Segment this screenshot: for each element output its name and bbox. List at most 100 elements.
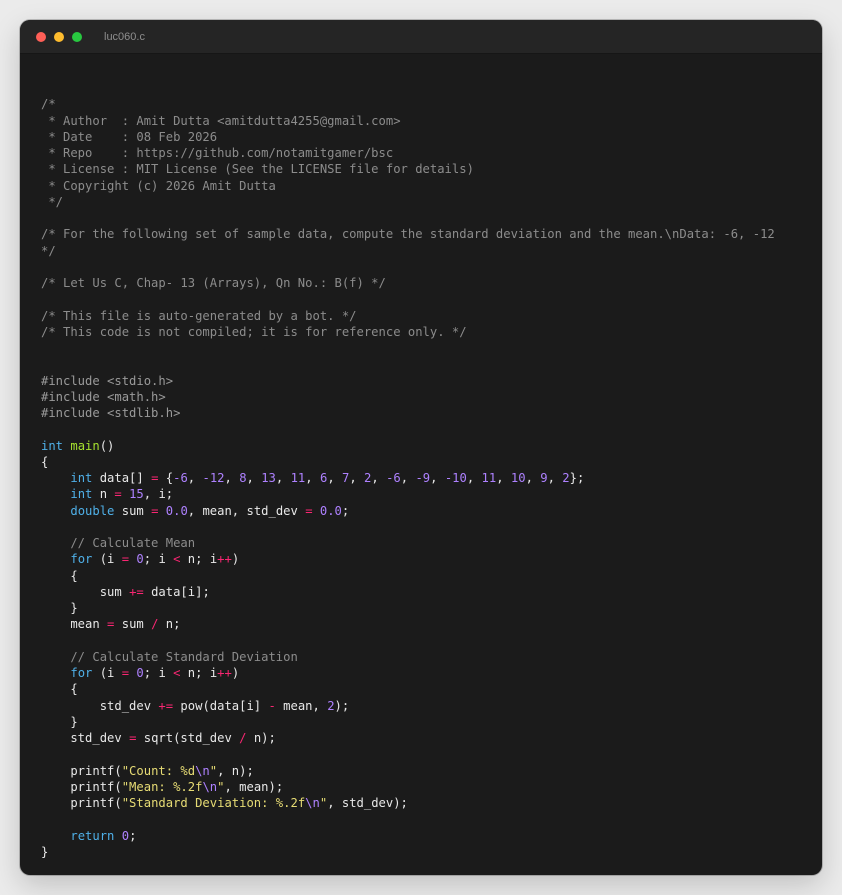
code-token-plain: mean, <box>275 698 328 713</box>
code-line: mean = sum / n; <box>41 616 822 632</box>
code-line: for (i = 0; i < n; i++) <box>41 551 822 567</box>
code-token-plain: , <box>547 471 563 485</box>
code-token-num: 13 <box>261 471 276 485</box>
code-token-op: += <box>158 698 174 713</box>
code-line: int main() <box>41 438 822 454</box>
code-token-plain: sqrt(std_dev <box>136 731 240 745</box>
code-line: std_dev = sqrt(std_dev / n); <box>41 730 822 746</box>
code-token-op: = <box>114 487 122 502</box>
code-token-plain: }; <box>569 471 585 485</box>
code-token-plain: , <box>349 471 365 485</box>
code-token-pre: #include <math.h> <box>41 389 166 404</box>
code-token-num: -6 <box>173 471 188 485</box>
code-token-plain: () <box>99 438 115 453</box>
code-token-num: 0.0 <box>319 503 342 518</box>
code-token-plain: (i <box>92 552 122 567</box>
code-token-num: 2 <box>327 698 335 713</box>
code-token-plain: } <box>41 844 49 859</box>
code-token-plain: , mean); <box>224 779 284 794</box>
code-token-num: 10 <box>510 471 526 485</box>
code-line: #include <stdio.h> <box>41 373 822 389</box>
code-token-esc: \n <box>305 796 320 810</box>
code-token-plain: (i <box>92 666 122 680</box>
code-token-num: 0 <box>121 828 130 843</box>
code-line: } <box>41 714 822 730</box>
code-token-num: 15 <box>129 487 144 502</box>
code-token-plain: , <box>187 471 203 485</box>
code-line: * Date : 08 Feb 2026 <box>41 129 822 145</box>
code-token-comment: * Repo : https://github.com/notamitgamer… <box>41 146 394 160</box>
code-token-plain: , <box>275 471 291 485</box>
code-token-num: 8 <box>239 471 247 485</box>
code-token-type: for <box>70 666 93 680</box>
code-line: * Repo : https://github.com/notamitgamer… <box>41 145 822 161</box>
maximize-button[interactable] <box>72 31 82 42</box>
code-token-plain: { <box>41 568 78 583</box>
code-token-plain: ; <box>129 828 137 843</box>
code-token-comment: // Calculate Standard Deviation <box>41 649 298 664</box>
code-token-plain: std_dev <box>41 698 159 713</box>
code-token-comment: // Calculate Mean <box>41 536 196 550</box>
code-token-plain: n <box>92 487 115 502</box>
code-line: #include <math.h> <box>41 389 822 405</box>
close-button[interactable] <box>36 31 46 42</box>
code-token-plain: ; <box>341 503 350 518</box>
code-token-plain: ); <box>334 698 350 713</box>
code-token-plain: sum <box>114 617 152 632</box>
code-token-num: -6 <box>386 471 401 485</box>
code-token-str: "Count: %d <box>121 763 196 778</box>
code-editor[interactable]: /* * Author : Amit Dutta <amitdutta4255@… <box>41 80 822 860</box>
code-token-pre: #include <stdio.h> <box>41 373 174 388</box>
code-token-plain: , <box>430 471 445 485</box>
code-token-comment: /* <box>41 97 56 112</box>
code-token-plain: , mean, std_dev <box>187 503 306 518</box>
code-line: /* <box>41 96 822 112</box>
code-token-num: 11 <box>290 471 306 485</box>
code-token-op: ++ <box>217 552 232 567</box>
code-line: } <box>41 600 822 616</box>
code-line: // Calculate Mean <box>41 535 822 551</box>
code-token-op: = <box>121 552 130 567</box>
code-token-plain: , n); <box>217 763 254 778</box>
code-token-comment: /* For the following set of sample data,… <box>41 227 775 242</box>
code-token-num: 11 <box>481 471 497 485</box>
code-token-type: return <box>70 828 115 843</box>
code-token-plain: , <box>466 471 482 485</box>
code-line: /* For the following set of sample data,… <box>41 226 822 242</box>
minimize-button[interactable] <box>54 31 64 42</box>
code-token-plain: n; i <box>180 552 218 567</box>
code-token-comment: * Date : 08 Feb 2026 <box>41 129 218 144</box>
code-token-num: 0 <box>136 552 144 567</box>
code-token-plain: , <box>246 471 262 485</box>
code-token-plain: n; <box>158 617 181 632</box>
code-token-num: 2 <box>562 471 570 485</box>
code-token-op: += <box>129 584 144 599</box>
code-line: std_dev += pow(data[i] - mean, 2); <box>41 698 822 714</box>
code-token-type: int <box>41 438 64 453</box>
code-token-plain: , <box>224 471 240 485</box>
code-token-num: 0.0 <box>165 503 188 518</box>
code-token-plain: sum <box>114 503 152 518</box>
code-line: { <box>41 568 822 584</box>
code-line: // Calculate Standard Deviation <box>41 649 822 665</box>
code-token-plain: } <box>41 714 78 729</box>
code-token-comment: /* This code is not compiled; it is for … <box>41 324 467 339</box>
code-line: int data[] = {-6, -12, 8, 13, 11, 6, 7, … <box>41 470 822 486</box>
code-token-comment: */ <box>41 194 64 209</box>
code-token-plain: data[i]; <box>143 584 210 599</box>
code-token-type: int <box>70 487 93 502</box>
code-token-comment: * License : MIT License (See the LICENSE… <box>41 162 474 177</box>
